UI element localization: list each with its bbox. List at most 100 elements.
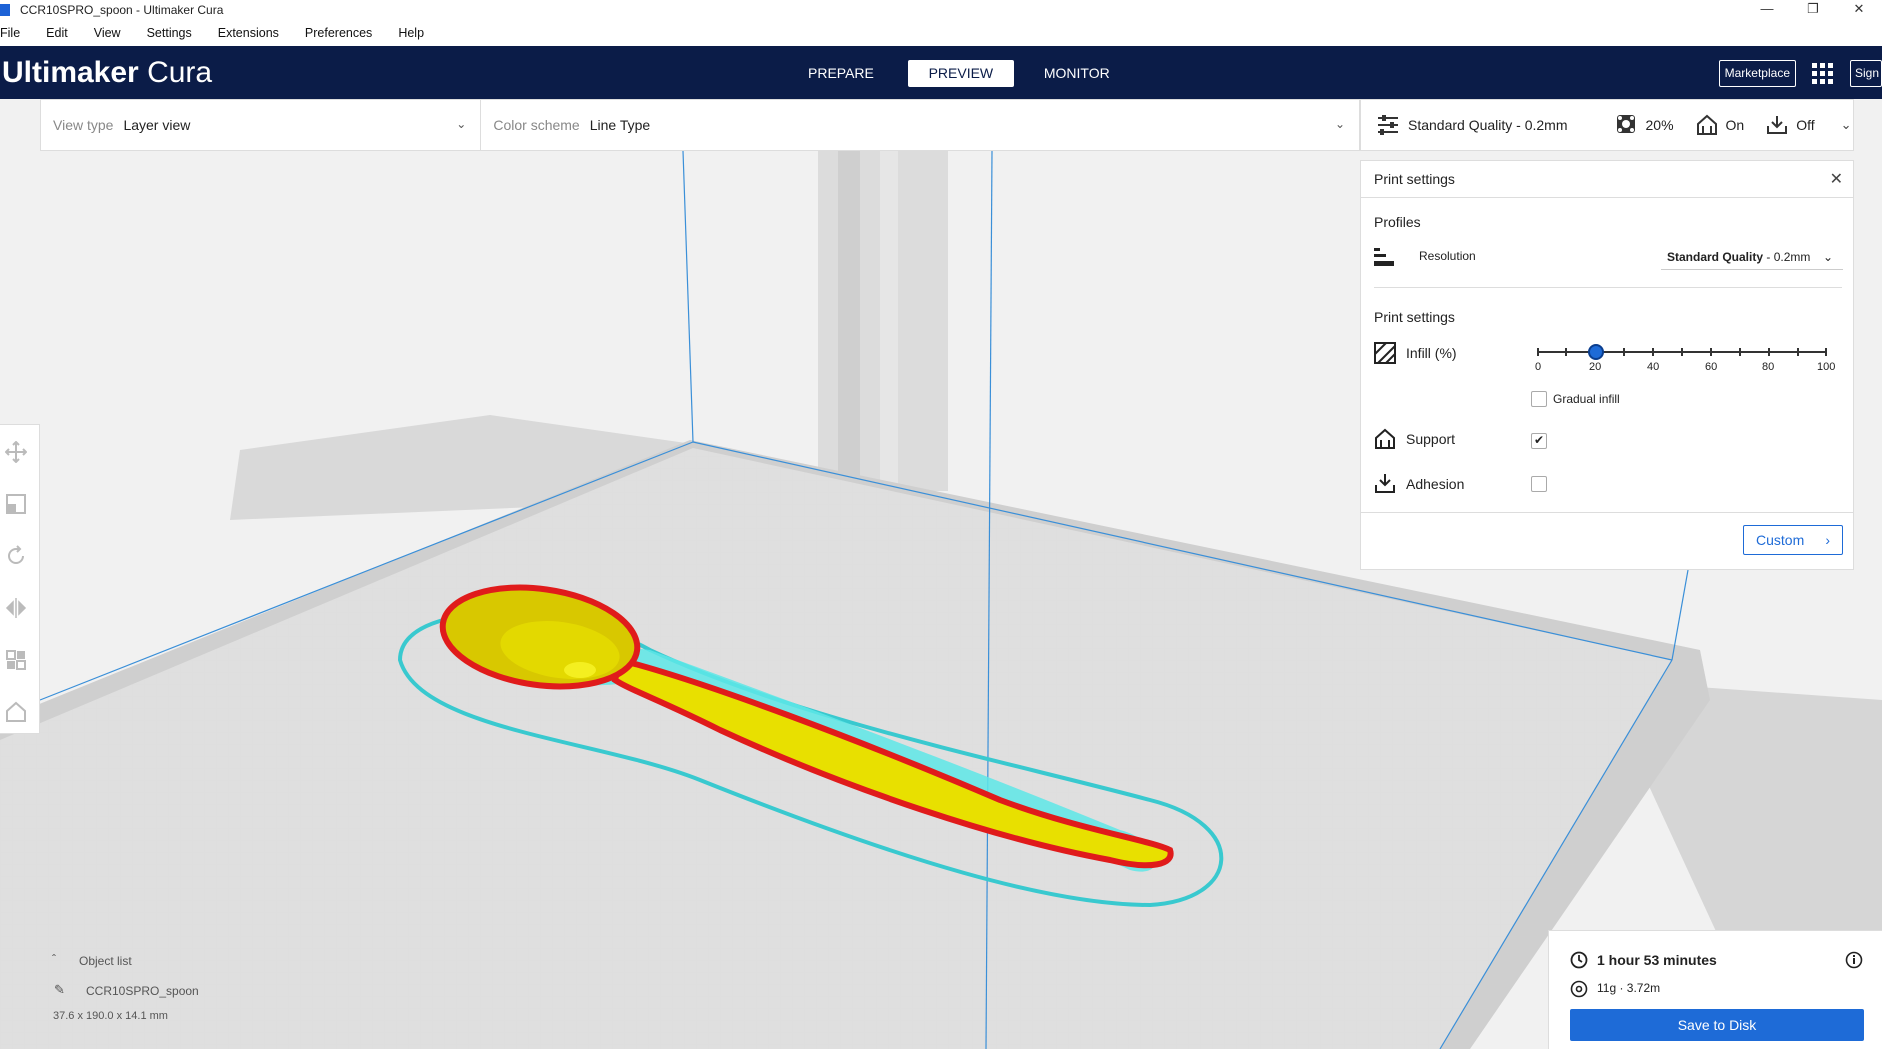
adhesion-icon — [1375, 474, 1395, 493]
header-right: Marketplace Sign in — [1718, 60, 1882, 87]
color-scheme-value: Line Type — [589, 117, 651, 133]
menu-edit[interactable]: Edit — [46, 26, 68, 40]
divider — [1361, 512, 1853, 513]
panel-header: Print settings ✕ — [1361, 161, 1853, 198]
window-controls: — ❐ ✕ — [1744, 0, 1882, 20]
infill-tick-label: 60 — [1705, 361, 1718, 373]
clock-icon — [1570, 951, 1588, 969]
scale-tool-icon[interactable] — [5, 493, 27, 515]
chevron-up-icon[interactable]: ˆ — [52, 952, 56, 966]
resolution-dropdown[interactable]: Standard Quality - 0.2mm ⌄ — [1661, 245, 1843, 270]
left-toolbar — [0, 424, 40, 734]
resolution-icon — [1374, 248, 1394, 266]
chevron-right-icon: › — [1825, 532, 1830, 548]
infill-tick-label: 40 — [1647, 361, 1660, 373]
resolution-layer-height: - 0.2mm — [1763, 250, 1811, 264]
print-time: 1 hour 53 minutes — [1597, 952, 1717, 968]
save-to-disk-button[interactable]: Save to Disk — [1570, 1009, 1864, 1041]
sliders-icon — [1378, 115, 1398, 135]
sign-in-button[interactable]: Sign in — [1850, 60, 1882, 87]
gradual-infill-checkbox[interactable] — [1531, 391, 1547, 407]
infill-tick-label: 100 — [1817, 361, 1836, 373]
print-settings-section-title: Print settings — [1374, 309, 1455, 325]
app-header: Ultimaker Cura PREPARE PREVIEW MONITOR M… — [0, 46, 1882, 99]
adhesion-value: Off — [1796, 117, 1815, 133]
logo-bold: Ultimaker — [2, 56, 139, 89]
tab-preview[interactable]: PREVIEW — [907, 60, 1014, 87]
tab-prepare[interactable]: PREPARE — [786, 60, 896, 87]
close-icon[interactable]: ✕ — [1830, 169, 1843, 189]
stage-tabs: PREPARE PREVIEW MONITOR — [786, 60, 1140, 87]
support-label: Support — [1406, 431, 1456, 447]
infill-icon — [1616, 115, 1635, 133]
object-dimensions: 37.6 x 190.0 x 14.1 mm — [53, 1010, 168, 1022]
chevron-down-icon[interactable]: ⌄ — [1841, 117, 1852, 133]
support-checkbox[interactable]: ✔ — [1531, 433, 1547, 449]
support-blocker-icon[interactable] — [5, 701, 27, 723]
gradual-infill-label: Gradual infill — [1553, 392, 1620, 406]
chevron-down-icon: ⌄ — [1334, 117, 1345, 131]
divider — [1374, 287, 1842, 288]
menu-file[interactable]: File — [0, 26, 20, 40]
spool-icon — [1570, 980, 1588, 998]
print-summary-panel: 1 hour 53 minutes 11g · 3.72m Save to Di… — [1548, 930, 1882, 1049]
info-icon[interactable] — [1845, 951, 1863, 969]
view-type-dropdown[interactable]: View type Layer view ⌄ — [41, 100, 482, 150]
logo-light: Cura — [147, 56, 213, 89]
resolution-label: Resolution — [1419, 249, 1476, 263]
restore-button[interactable]: ❐ — [1790, 0, 1836, 20]
infill-slider-handle[interactable] — [1587, 344, 1604, 360]
infill-hatch-icon — [1374, 342, 1396, 364]
menu-preferences[interactable]: Preferences — [305, 26, 372, 40]
resolution-quality-name: Standard Quality — [1667, 250, 1764, 264]
infill-tick-label: 20 — [1589, 361, 1602, 373]
close-window-button[interactable]: ✕ — [1836, 0, 1882, 20]
title-bar: CCR10SPRO_spoon - Ultimaker Cura — ❐ ✕ — [0, 0, 1882, 20]
infill-label: Infill (%) — [1406, 345, 1457, 361]
chevron-down-icon: ⌄ — [456, 117, 467, 131]
window-title: CCR10SPRO_spoon - Ultimaker Cura — [20, 3, 224, 17]
material-usage: 11g · 3.72m — [1597, 981, 1661, 995]
view-type-value: Layer view — [123, 117, 191, 133]
view-toolbar: View type Layer view ⌄ Color scheme Line… — [40, 99, 1360, 151]
quality-profile-label: Standard Quality - 0.2mm — [1408, 117, 1568, 133]
support-icon — [1375, 428, 1395, 449]
support-icon — [1696, 114, 1717, 135]
menu-settings[interactable]: Settings — [147, 26, 192, 40]
rotate-tool-icon[interactable] — [5, 545, 27, 567]
menu-bar: File Edit View Settings Extensions Prefe… — [0, 20, 1882, 46]
marketplace-button[interactable]: Marketplace — [1718, 60, 1796, 87]
infill-value: 20% — [1645, 117, 1674, 133]
object-list-header[interactable]: Object list — [79, 954, 132, 968]
custom-settings-button[interactable]: Custom › — [1743, 525, 1843, 555]
custom-button-label: Custom — [1756, 532, 1805, 548]
adhesion-label: Adhesion — [1406, 476, 1465, 492]
tab-monitor[interactable]: MONITOR — [1022, 60, 1132, 87]
view-type-label: View type — [53, 117, 114, 133]
menu-extensions[interactable]: Extensions — [218, 26, 279, 40]
infill-slider[interactable] — [1537, 344, 1827, 360]
print-settings-panel: Print settings ✕ Profiles Resolution Sta… — [1360, 160, 1854, 570]
profiles-title: Profiles — [1374, 214, 1421, 230]
app-logo: Ultimaker Cura — [2, 56, 212, 90]
minimize-button[interactable]: — — [1744, 0, 1790, 20]
object-list-item[interactable]: CCR10SPRO_spoon — [86, 984, 199, 998]
mirror-tool-icon[interactable] — [5, 597, 27, 619]
color-scheme-dropdown[interactable]: Color scheme Line Type ⌄ — [481, 100, 1359, 150]
infill-tick-label: 80 — [1762, 361, 1775, 373]
apps-grid-icon[interactable] — [1812, 62, 1834, 85]
color-scheme-label: Color scheme — [493, 117, 580, 133]
menu-view[interactable]: View — [94, 26, 121, 40]
panel-title: Print settings — [1374, 171, 1455, 187]
pencil-icon: ✎ — [54, 982, 65, 997]
print-setup-selector[interactable]: Standard Quality - 0.2mm 20% On Off ⌄ — [1360, 99, 1854, 151]
adhesion-checkbox[interactable] — [1531, 476, 1547, 492]
menu-help[interactable]: Help — [398, 26, 424, 40]
infill-tick-label: 0 — [1535, 361, 1542, 373]
move-tool-icon[interactable] — [5, 441, 27, 463]
chevron-down-icon: ⌄ — [1822, 250, 1833, 264]
per-model-settings-icon[interactable] — [5, 649, 27, 671]
adhesion-icon — [1767, 116, 1788, 134]
app-icon — [0, 4, 10, 16]
support-value: On — [1725, 117, 1745, 133]
